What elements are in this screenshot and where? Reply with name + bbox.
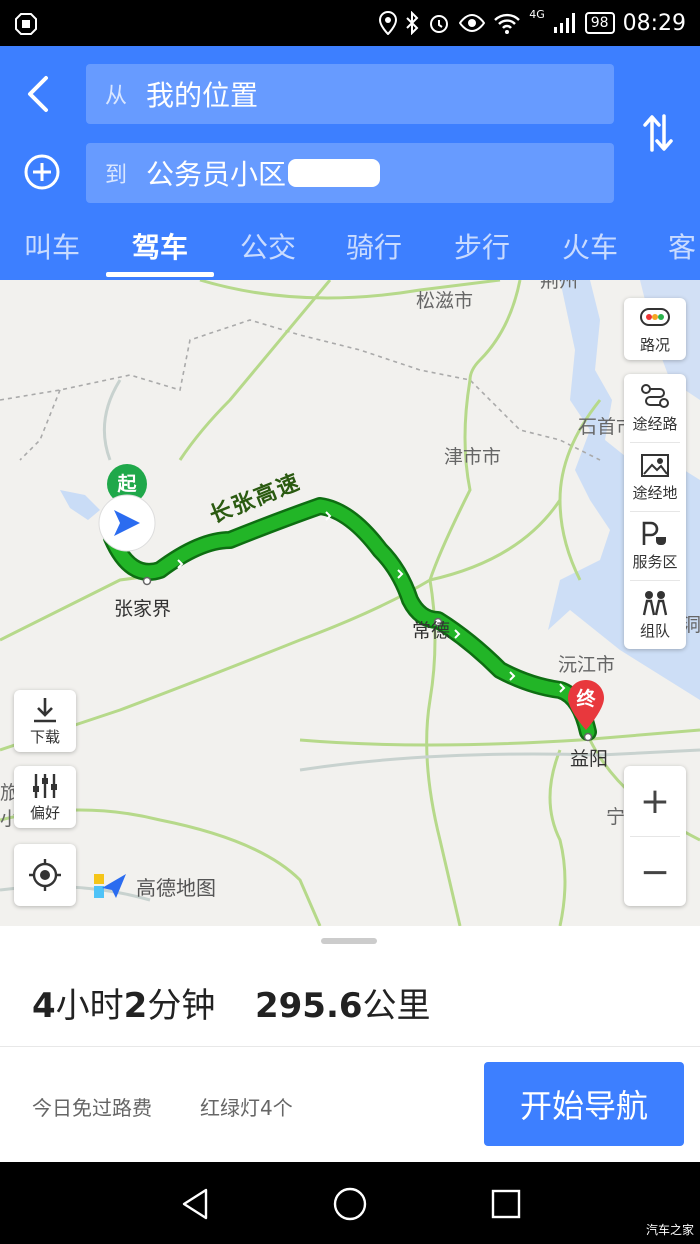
bluetooth-icon bbox=[406, 11, 419, 35]
map-label-yuanjiang: 沅江市 bbox=[558, 654, 616, 676]
map-label-zhangjiajie: 张家界 bbox=[114, 598, 172, 620]
team-label: 组队 bbox=[639, 621, 670, 640]
team-button[interactable]: 组队 bbox=[624, 581, 686, 649]
tab-walk[interactable]: 步行 bbox=[454, 226, 510, 276]
current-location-arrow-icon bbox=[98, 494, 156, 552]
start-navigation-button[interactable]: 开始导航 bbox=[484, 1062, 684, 1146]
download-icon bbox=[34, 697, 56, 722]
distance-unit: 公里 bbox=[362, 986, 431, 1026]
end-marker[interactable]: 终 bbox=[566, 678, 606, 736]
via-road-button[interactable]: 途经路 bbox=[624, 374, 686, 442]
back-triangle-icon[interactable] bbox=[176, 1184, 216, 1224]
via-place-button[interactable]: 途经地 bbox=[624, 443, 686, 511]
toll-info: 今日免过路费 bbox=[32, 1096, 152, 1120]
service-area-icon bbox=[642, 521, 666, 545]
preference-sliders-icon bbox=[33, 773, 57, 798]
network-type: 4G bbox=[529, 8, 545, 21]
route-header: 从 我的位置 到 公务员小区 叫车 驾车 公交 骑行 步行 火车 客 bbox=[0, 46, 700, 280]
zoom-in-button[interactable]: + bbox=[624, 766, 686, 836]
traffic-button[interactable]: 路况 bbox=[624, 298, 686, 360]
duration-minutes: 2 bbox=[123, 986, 148, 1026]
divider bbox=[0, 1046, 700, 1047]
redacted-mark bbox=[288, 159, 381, 187]
locate-button[interactable] bbox=[14, 844, 76, 906]
map-label-ning: 宁 bbox=[606, 806, 626, 828]
add-waypoint-icon[interactable] bbox=[22, 152, 62, 192]
recents-square-icon[interactable] bbox=[486, 1184, 526, 1224]
signal-icon bbox=[553, 13, 575, 33]
amap-logo-icon bbox=[94, 874, 126, 898]
destination-prefix: 到 bbox=[104, 163, 127, 188]
distance-value: 295.6 bbox=[254, 986, 363, 1026]
map-view[interactable]: 松滋市 荆州 石首市 津市市 张家界 常德 沅江市 益阳 宁 洞 旅 小 长张高… bbox=[0, 280, 700, 926]
map-provider-logo: 高德地图 bbox=[92, 870, 216, 902]
service-area-label: 服务区 bbox=[632, 552, 678, 571]
route-summary-sheet: 4小时2分钟 295.6公里 今日免过路费 红绿灯4个 开始导航 bbox=[0, 926, 700, 1162]
wifi-icon bbox=[494, 13, 521, 34]
origin-field[interactable]: 从 我的位置 bbox=[86, 64, 614, 124]
status-bar: 4G 98 08:29 bbox=[0, 0, 700, 46]
sheet-drag-handle[interactable] bbox=[321, 938, 377, 944]
transport-tabs: 叫车 驾车 公交 骑行 步行 火车 客 bbox=[0, 214, 700, 280]
tab-bike[interactable]: 骑行 bbox=[346, 226, 402, 276]
destination-field[interactable]: 到 公务员小区 bbox=[86, 143, 614, 203]
preference-button[interactable]: 偏好 bbox=[14, 766, 76, 828]
active-tab-indicator bbox=[106, 272, 214, 277]
via-road-icon bbox=[641, 383, 669, 408]
traffic-label: 路况 bbox=[639, 335, 670, 354]
map-label-yiyang: 益阳 bbox=[570, 748, 609, 770]
team-icon bbox=[642, 590, 668, 615]
map-label-songzi: 松滋市 bbox=[416, 290, 474, 312]
destination-value: 公务员小区 bbox=[146, 158, 287, 191]
origin-value: 我的位置 bbox=[146, 79, 259, 112]
tab-coach[interactable]: 客 bbox=[668, 226, 696, 276]
zoom-control: + − bbox=[624, 766, 686, 906]
traffic-lights-info: 红绿灯4个 bbox=[200, 1096, 293, 1120]
app-notification-icon bbox=[15, 13, 37, 35]
via-place-label: 途经地 bbox=[632, 483, 678, 502]
map-label-changde: 常德 bbox=[412, 620, 451, 642]
end-label: 终 bbox=[576, 688, 596, 710]
location-icon bbox=[379, 11, 398, 35]
clock: 08:29 bbox=[622, 10, 686, 36]
tab-bus[interactable]: 公交 bbox=[240, 226, 296, 276]
service-area-button[interactable]: 服务区 bbox=[624, 512, 686, 580]
duration-hours: 4 bbox=[32, 986, 56, 1026]
alarm-icon bbox=[430, 15, 449, 33]
download-label: 下载 bbox=[29, 727, 60, 746]
origin-prefix: 从 bbox=[104, 84, 127, 109]
traffic-panel: 路况 bbox=[624, 298, 686, 360]
back-arrow-icon[interactable] bbox=[20, 72, 56, 116]
watermark: 汽车之家 bbox=[645, 1223, 694, 1237]
tab-train[interactable]: 火车 bbox=[562, 226, 618, 276]
eye-icon bbox=[459, 13, 486, 33]
route-duration-distance: 4小时2分钟 295.6公里 bbox=[32, 978, 431, 1027]
duration-minutes-unit: 分钟 bbox=[147, 986, 216, 1026]
route-tools-panel: 途经路 途经地 服务区 组队 bbox=[624, 374, 686, 649]
system-nav-bar: 汽车之家 bbox=[0, 1162, 700, 1244]
map-provider-name: 高德地图 bbox=[136, 875, 216, 900]
locate-crosshair-icon bbox=[29, 859, 61, 891]
tab-taxi[interactable]: 叫车 bbox=[24, 226, 80, 276]
duration-hours-unit: 小时 bbox=[55, 986, 124, 1026]
via-place-icon bbox=[641, 453, 669, 477]
map-label-jinshi: 津市市 bbox=[444, 446, 502, 468]
zoom-out-button[interactable]: − bbox=[624, 837, 686, 907]
traffic-light-icon bbox=[640, 307, 670, 326]
map-label-jingzhou: 荆州 bbox=[540, 280, 579, 292]
swap-icon[interactable] bbox=[642, 112, 674, 154]
via-road-label: 途经路 bbox=[632, 414, 678, 433]
home-circle-icon[interactable] bbox=[330, 1184, 370, 1224]
map-canvas bbox=[0, 280, 700, 926]
battery-indicator: 98 bbox=[584, 12, 615, 34]
download-button[interactable]: 下载 bbox=[14, 690, 76, 752]
preference-label: 偏好 bbox=[29, 803, 60, 822]
tab-drive[interactable]: 驾车 bbox=[132, 226, 188, 276]
